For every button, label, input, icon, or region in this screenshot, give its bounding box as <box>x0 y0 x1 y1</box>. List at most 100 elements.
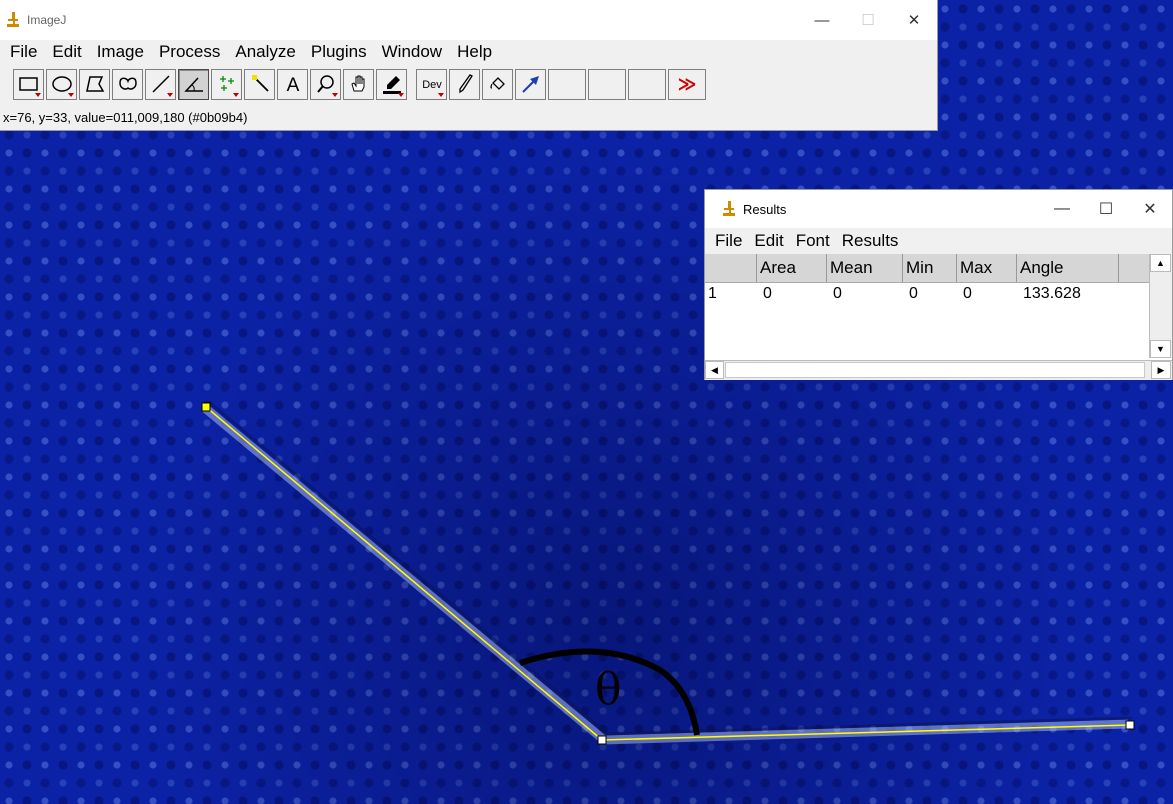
results-title: Results <box>743 201 787 217</box>
minimize-icon: — <box>1054 200 1070 217</box>
results-menu-edit[interactable]: Edit <box>750 231 791 251</box>
menu-image[interactable]: Image <box>91 42 153 62</box>
more-tools-icon: ≫ <box>677 73 697 94</box>
scroll-right-button[interactable]: ▶ <box>1151 361 1171 379</box>
results-maximize-button[interactable]: ☐ <box>1084 190 1128 228</box>
scroll-down-icon: ▼ <box>1156 344 1165 354</box>
magnifier-tool[interactable] <box>310 68 341 100</box>
angle-tool[interactable] <box>178 68 209 100</box>
polygon-tool[interactable] <box>79 68 110 100</box>
close-icon: ✕ <box>907 12 921 29</box>
polygon-icon <box>85 76 104 92</box>
results-close-button[interactable]: ✕ <box>1128 190 1172 228</box>
imagej-main-window: ImageJ — ☐ ✕ File Edit Image Process Ana… <box>0 0 938 131</box>
vertical-scrollbar[interactable]: ▲ ▼ <box>1149 254 1172 358</box>
dropdown-marker <box>398 92 404 97</box>
menu-help[interactable]: Help <box>451 42 501 62</box>
results-window: Results — ☐ ✕ File Edit Font Results Are… <box>704 189 1173 380</box>
line-tool[interactable] <box>145 68 176 100</box>
horizontal-scrollbar[interactable]: ◀ ▶ <box>705 360 1172 380</box>
dropdown-marker <box>167 92 173 97</box>
dropdown-marker <box>438 92 444 97</box>
column-header-angle[interactable]: Angle <box>1017 254 1119 282</box>
scroll-down-button[interactable]: ▼ <box>1150 340 1171 358</box>
column-header-min[interactable]: Min <box>903 254 957 282</box>
results-menu-font[interactable]: Font <box>792 231 838 251</box>
hand-tool[interactable] <box>343 68 374 100</box>
scroll-right-icon: ▶ <box>1157 364 1165 375</box>
imagej-app-icon <box>722 201 736 217</box>
scroll-left-button[interactable]: ◀ <box>705 361 724 379</box>
svg-text:A: A <box>286 75 299 95</box>
results-minimize-button[interactable]: — <box>1040 190 1084 228</box>
toolbar: A Dev ≫ <box>0 64 937 104</box>
arrow-tool[interactable] <box>515 68 546 100</box>
roi-handle-start[interactable] <box>201 402 211 412</box>
status-line: x=76, y=33, value=011,009,180 (#0b09b4) <box>3 109 248 125</box>
hand-icon <box>350 75 364 92</box>
main-menubar: File Edit Image Process Analyze Plugins … <box>0 40 937 64</box>
results-menu-results[interactable]: Results <box>838 231 907 251</box>
oval-tool[interactable] <box>46 68 77 100</box>
scroll-thumb[interactable] <box>725 362 1145 378</box>
maximize-button[interactable]: ☐ <box>845 0 891 40</box>
table-row[interactable]: 1 0 0 0 0 133.628 <box>705 283 1172 305</box>
dropdown-marker <box>35 92 41 97</box>
menu-file[interactable]: File <box>4 42 46 62</box>
results-table[interactable]: Area Mean Min Max Angle 1 0 0 0 0 133.62… <box>705 254 1172 360</box>
maximize-icon: ☐ <box>1098 201 1114 218</box>
scroll-left-icon: ◀ <box>711 364 718 375</box>
empty-tool-slot[interactable] <box>588 68 626 100</box>
menu-process[interactable]: Process <box>153 42 229 62</box>
results-titlebar[interactable]: Results — ☐ ✕ <box>705 190 1172 228</box>
scroll-up-button[interactable]: ▲ <box>1150 254 1171 272</box>
freehand-tool[interactable] <box>112 68 143 100</box>
freehand-icon <box>118 77 137 90</box>
cell-mean: 0 <box>833 285 842 302</box>
flood-fill-tool[interactable] <box>482 68 513 100</box>
results-menu-file[interactable]: File <box>711 231 750 251</box>
main-titlebar[interactable]: ImageJ — ☐ ✕ <box>0 0 937 40</box>
menu-edit[interactable]: Edit <box>46 42 90 62</box>
dropdown-marker <box>68 92 74 97</box>
cell-max: 0 <box>963 285 972 302</box>
minimize-button[interactable]: — <box>799 0 845 40</box>
flood-fill-icon <box>489 77 505 90</box>
cell-area: 0 <box>763 285 772 302</box>
column-header-area[interactable]: Area <box>757 254 827 282</box>
wand-tool[interactable] <box>244 68 275 100</box>
cell-min: 0 <box>909 285 918 302</box>
roi-handle-vertex[interactable] <box>597 735 607 745</box>
multipoint-tool[interactable] <box>211 68 242 100</box>
column-header-index[interactable] <box>705 254 757 282</box>
menu-plugins[interactable]: Plugins <box>305 42 376 62</box>
roi-handle-end[interactable] <box>1125 720 1135 730</box>
dropdown-marker <box>332 92 338 97</box>
text-icon: A <box>286 75 299 95</box>
developer-menu-tool[interactable]: Dev <box>416 68 447 100</box>
color-picker-tool[interactable] <box>376 68 407 100</box>
brush-tool[interactable] <box>449 68 480 100</box>
cell-angle: 133.628 <box>1023 285 1081 302</box>
minimize-icon: — <box>814 11 830 29</box>
empty-tool-slot[interactable] <box>548 68 586 100</box>
close-button[interactable]: ✕ <box>891 0 937 40</box>
table-header: Area Mean Min Max Angle <box>705 254 1172 283</box>
maximize-icon: ☐ <box>861 12 875 29</box>
dropdown-marker <box>233 92 239 97</box>
angle-roi-leg-left[interactable] <box>205 406 603 741</box>
text-tool[interactable]: A <box>277 68 308 100</box>
more-tools-button[interactable]: ≫ <box>668 68 706 100</box>
strip-highlight <box>202 404 1129 745</box>
rectangle-tool[interactable] <box>13 68 44 100</box>
wand-icon <box>251 75 269 92</box>
column-header-mean[interactable]: Mean <box>827 254 903 282</box>
close-icon: ✕ <box>1143 201 1157 218</box>
scroll-up-icon: ▲ <box>1156 258 1165 268</box>
menu-window[interactable]: Window <box>376 42 451 62</box>
menu-analyze[interactable]: Analyze <box>229 42 304 62</box>
dev-label: Dev <box>422 79 442 91</box>
empty-tool-slot[interactable] <box>628 68 666 100</box>
column-header-max[interactable]: Max <box>957 254 1017 282</box>
arrow-icon <box>521 76 539 93</box>
